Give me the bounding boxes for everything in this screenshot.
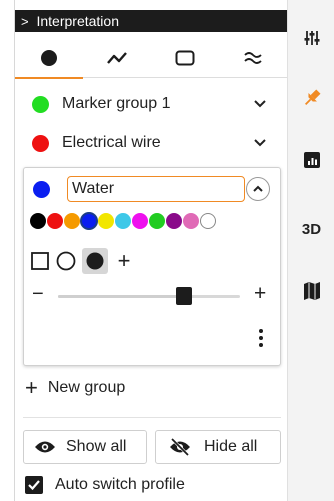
divider [23, 417, 281, 418]
color-swatch-green[interactable] [149, 213, 165, 229]
color-swatch-white[interactable] [200, 213, 216, 229]
marker-shape-options: + [30, 248, 134, 274]
hide-all-button[interactable]: Hide all [155, 430, 281, 464]
color-swatch-black[interactable] [30, 213, 46, 229]
checkbox-checked[interactable] [25, 476, 43, 494]
eye-off-icon [170, 438, 190, 456]
sidebar-item-pin[interactable] [288, 78, 334, 118]
color-swatch-orange[interactable] [64, 213, 80, 229]
chevron-down-icon[interactable] [253, 97, 267, 111]
group-label: Electrical wire [62, 134, 161, 151]
square-shape-option[interactable] [30, 251, 50, 271]
rectangle-icon [175, 50, 195, 66]
group-name-input[interactable] [67, 176, 245, 202]
map-icon [303, 282, 320, 300]
slider-fill [58, 295, 184, 298]
group-row-electrical-wire[interactable]: Electrical wire [15, 125, 287, 161]
auto-switch-label: Auto switch profile [55, 476, 185, 493]
right-sidebar: 3D [287, 0, 334, 501]
color-swatch-cyan[interactable] [115, 213, 131, 229]
sidebar-item-map[interactable] [288, 271, 334, 311]
panel-title: Interpretation [36, 13, 119, 29]
slider-minus[interactable]: − [32, 283, 44, 306]
chevron-right-icon[interactable]: > [21, 14, 29, 29]
plus-icon: + [25, 375, 38, 400]
circle-shape-option[interactable] [56, 251, 76, 271]
hide-all-label: Hide all [204, 438, 258, 455]
slider-plus[interactable]: + [254, 282, 266, 306]
checkmark-icon [28, 480, 40, 491]
color-swatch-pink[interactable] [183, 213, 199, 229]
group-row-marker-group-1[interactable]: Marker group 1 [15, 86, 287, 122]
circle-filled-icon [86, 252, 104, 270]
new-group-label: New group [47, 379, 126, 396]
group-label: Marker group 1 [62, 95, 171, 112]
sidebar-item-settings[interactable] [288, 18, 334, 58]
surface-icon [244, 52, 262, 64]
polyline-icon [107, 52, 127, 64]
show-all-label: Show all [66, 438, 127, 455]
eye-icon [35, 441, 55, 453]
filled-circle-shape-option[interactable] [82, 248, 108, 274]
color-swatch-magenta[interactable] [132, 213, 148, 229]
square-outline-icon [31, 252, 49, 270]
group-editor-card: + − + [23, 167, 281, 366]
interpretation-tabs [15, 38, 287, 79]
new-group-button[interactable]: + New group [25, 374, 125, 402]
tab-points[interactable] [15, 38, 83, 79]
slider-thumb[interactable] [175, 287, 192, 305]
more-options-icon[interactable] [258, 328, 264, 348]
color-swatch-red[interactable] [47, 213, 63, 229]
group-color-dot [33, 181, 50, 198]
auto-switch-profile-checkbox[interactable]: Auto switch profile [25, 476, 185, 494]
sliders-icon [304, 31, 319, 45]
color-swatch-blue[interactable] [80, 212, 98, 230]
plus-shape-option[interactable]: + [114, 250, 134, 272]
show-all-button[interactable]: Show all [23, 430, 147, 464]
size-slider[interactable]: − + [30, 282, 270, 306]
tab-polyline[interactable] [83, 38, 151, 78]
pin-icon [304, 89, 320, 106]
group-color-dot [32, 95, 49, 113]
panel-titlebar[interactable]: > Interpretation [15, 10, 287, 32]
collapse-button[interactable] [246, 177, 270, 201]
chevron-down-icon[interactable] [253, 136, 267, 150]
sidebar-item-3d[interactable]: 3D [288, 209, 334, 249]
tab-rectangle[interactable] [151, 38, 219, 78]
color-swatch-yellow[interactable] [98, 213, 114, 229]
chart-icon [303, 152, 320, 168]
color-swatch-purple[interactable] [166, 213, 182, 229]
point-marker-icon [41, 50, 57, 66]
tab-surface[interactable] [219, 38, 287, 78]
group-color-dot [32, 134, 49, 152]
sidebar-item-chart[interactable] [288, 140, 334, 180]
color-swatches [30, 212, 216, 230]
circle-outline-icon [56, 251, 76, 271]
chevron-up-icon [253, 185, 263, 192]
interpretation-panel: > Interpretation Marker group 1 Electric… [14, 0, 287, 501]
